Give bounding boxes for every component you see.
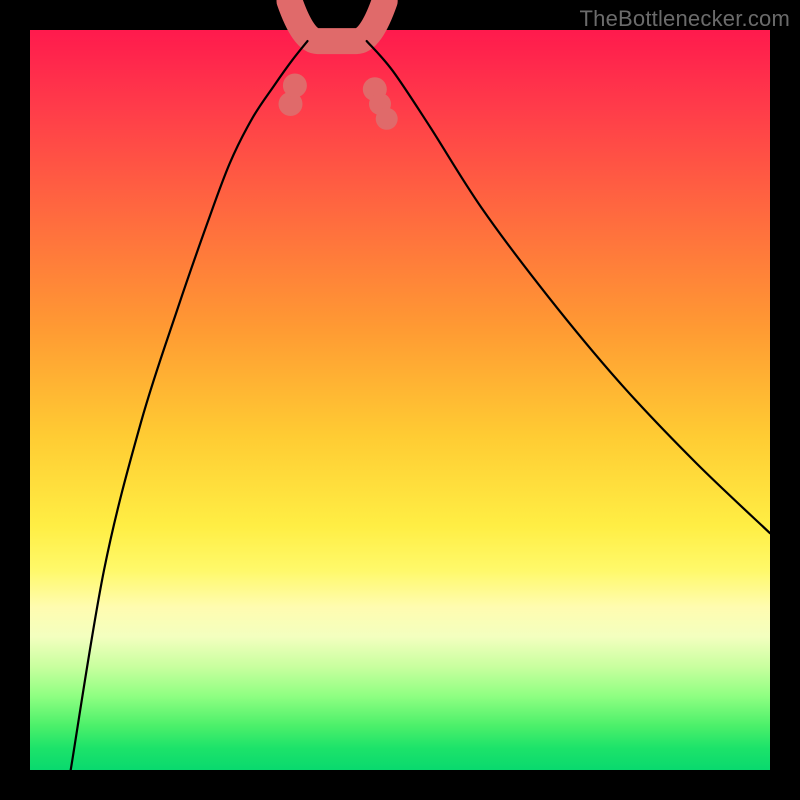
chart-frame: TheBottlenecker.com [0, 0, 800, 800]
curve-dot [283, 74, 307, 98]
curve-layer [30, 30, 770, 770]
right-curve [367, 41, 770, 533]
plot-area [30, 30, 770, 770]
base-highlight [290, 1, 385, 41]
left-curve [71, 41, 308, 770]
watermark-text: TheBottlenecker.com [580, 6, 790, 32]
curve-dot [376, 108, 398, 130]
